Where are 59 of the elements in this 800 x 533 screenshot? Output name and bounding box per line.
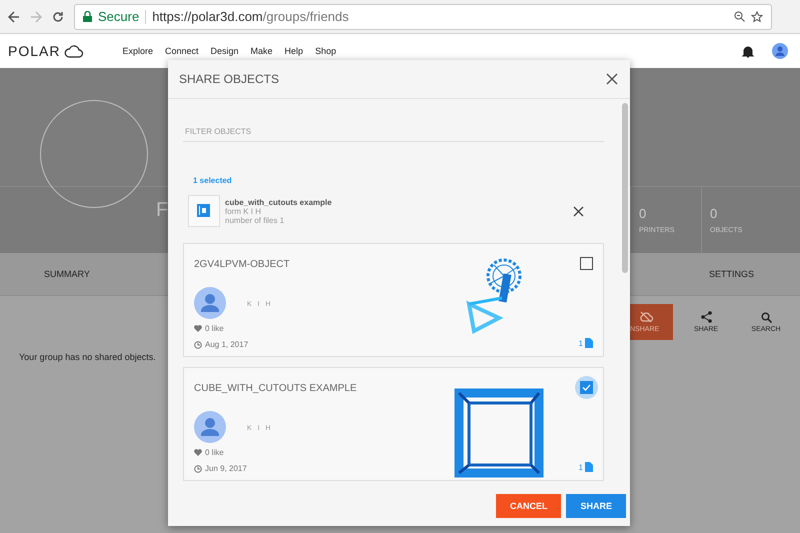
select-checkbox[interactable] [575, 376, 598, 399]
stat-value: 0 [639, 206, 648, 221]
remove-icon[interactable] [573, 206, 584, 216]
bell-icon[interactable] [742, 44, 754, 58]
search-icon [760, 312, 772, 322]
file-count: 1 [578, 462, 593, 472]
nav-link[interactable]: Design [210, 46, 239, 56]
file-count: 1 [578, 338, 593, 348]
object-date: Aug 1, 2017 [205, 340, 248, 349]
scrollbar-thumb[interactable] [622, 103, 628, 273]
avatar-icon [194, 287, 226, 319]
cancel-button[interactable]: CANCEL [496, 494, 562, 518]
avatar-icon [194, 411, 226, 443]
heart-icon [194, 449, 202, 456]
file-icon [585, 462, 593, 472]
tab[interactable]: SUMMARY [44, 269, 90, 279]
star-icon[interactable] [751, 10, 763, 22]
stat-value: 0 [710, 206, 718, 221]
tab[interactable]: SETTINGS [708, 269, 754, 279]
dialog-title: SHARE OBJECTS [179, 72, 280, 86]
object-title: CUBE_WITH_CUTOUTS EXAMPLE [194, 383, 357, 394]
cloud-logo-icon [64, 44, 84, 58]
close-icon[interactable] [606, 73, 618, 85]
lock-icon [83, 11, 92, 22]
nav-link[interactable]: Make [250, 46, 273, 56]
url-path: /groups/friends [262, 9, 349, 24]
cloud-off-icon [639, 311, 653, 323]
like-count: 0 like [205, 324, 224, 333]
object-thumbnail [188, 195, 220, 227]
zoom-icon[interactable] [734, 11, 745, 22]
nav-link[interactable]: Shop [315, 46, 336, 56]
object-date: Jun 9, 2017 [205, 464, 247, 473]
clock-icon [194, 340, 202, 348]
empty-message: Your group has no shared objects. [19, 352, 156, 362]
group-name: F [156, 199, 168, 222]
clock-icon [194, 464, 202, 472]
share-icon [700, 311, 712, 323]
secure-label: Secure [98, 9, 140, 24]
profile-icon[interactable] [772, 43, 788, 59]
back-icon[interactable] [8, 10, 20, 22]
heart-icon [194, 325, 202, 332]
address-bar[interactable]: Secure https://polar3d.com/groups/friends [74, 4, 772, 30]
selected-object-name: cube_with_cutouts example [225, 198, 333, 206]
nav-link[interactable]: Help [284, 46, 304, 56]
nav-link[interactable]: Connect [164, 46, 199, 56]
selected-object-owner: form K I H [225, 206, 262, 216]
like-count: 0 like [205, 448, 224, 457]
object-title: 2GV4LPVM-OBJECT [194, 259, 290, 270]
primary-button[interactable]: SHARE [566, 494, 626, 518]
logo-text[interactable]: POLAR [8, 43, 60, 59]
checkmark-icon [580, 381, 593, 394]
selected-count: 1 selected [192, 176, 233, 185]
filter-field[interactable]: FILTER OBJECTS [183, 121, 604, 142]
url-host: https://polar3d.com [152, 9, 263, 24]
reload-icon[interactable] [52, 10, 64, 22]
nav-link[interactable]: Explore [122, 46, 153, 56]
selected-object-files: number of files 1 [225, 216, 286, 224]
file-icon [585, 338, 593, 348]
select-checkbox[interactable] [580, 257, 593, 270]
